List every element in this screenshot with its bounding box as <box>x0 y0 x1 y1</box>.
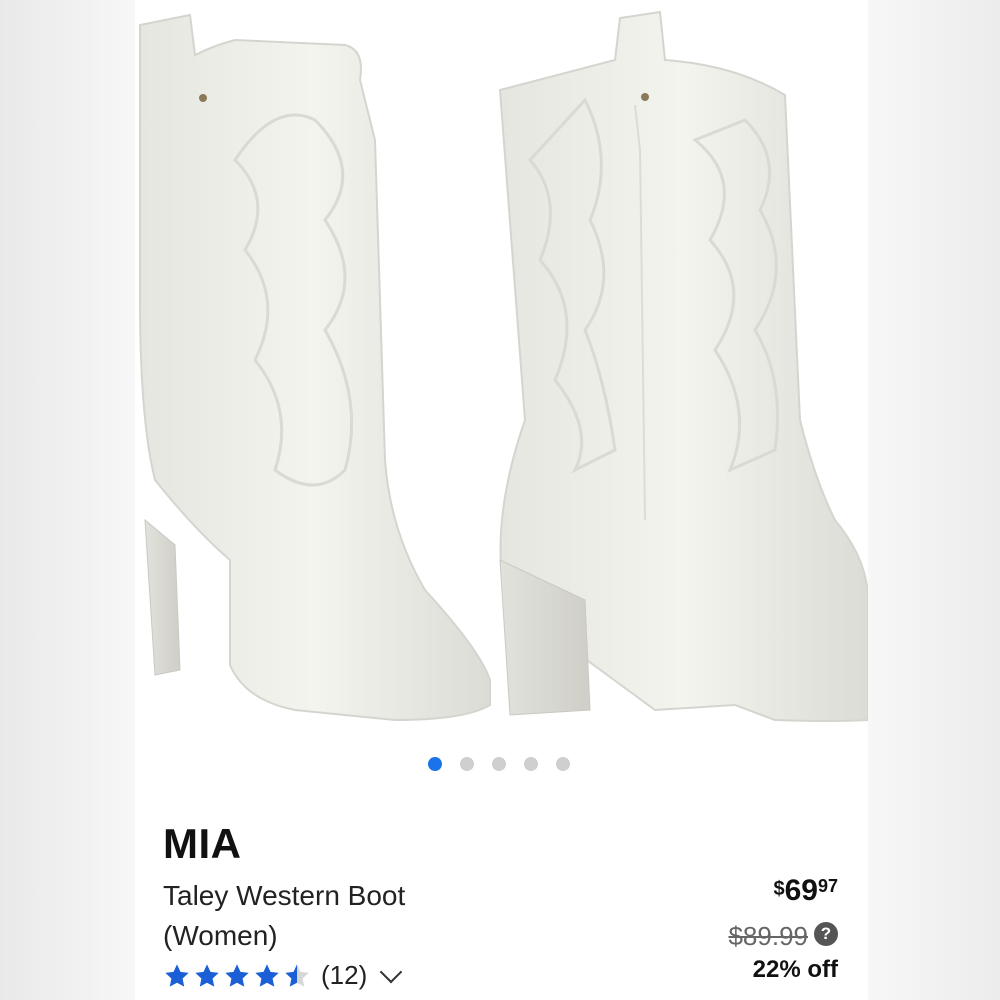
boots-illustration <box>139 10 868 722</box>
product-image[interactable] <box>135 0 868 740</box>
star-icon <box>255 963 279 987</box>
carousel-dot-1[interactable] <box>428 757 442 771</box>
carousel-dot-4[interactable] <box>524 757 538 771</box>
carousel-dot-5[interactable] <box>556 757 570 771</box>
star-icon <box>225 963 249 987</box>
current-price: $6997 <box>773 874 838 908</box>
rating-summary[interactable]: (12) <box>163 960 403 991</box>
help-icon[interactable]: ? <box>814 922 838 946</box>
price-currency: $ <box>773 878 785 900</box>
carousel-pagination <box>428 757 570 771</box>
product-title: Taley Western Boot (Women) <box>163 880 406 951</box>
carousel-dot-3[interactable] <box>492 757 506 771</box>
review-count[interactable]: (12) <box>321 960 367 991</box>
background-right <box>868 0 1000 1000</box>
product-card: MIA Taley Western Boot (Women) (12) $699… <box>135 0 868 1000</box>
carousel-dot-2[interactable] <box>460 757 474 771</box>
discount-badge: 22% off <box>752 956 838 983</box>
price-cents: 97 <box>817 876 838 896</box>
original-price: $89.99 <box>728 921 808 951</box>
background-left <box>0 0 135 1000</box>
half-star-icon <box>285 963 309 987</box>
star-icon <box>195 963 219 987</box>
brand-name[interactable]: MIA <box>163 820 242 868</box>
star-rating <box>163 962 311 990</box>
chevron-down-icon[interactable] <box>379 960 403 983</box>
price-dollars: 69 <box>784 874 818 907</box>
star-icon <box>165 963 189 987</box>
